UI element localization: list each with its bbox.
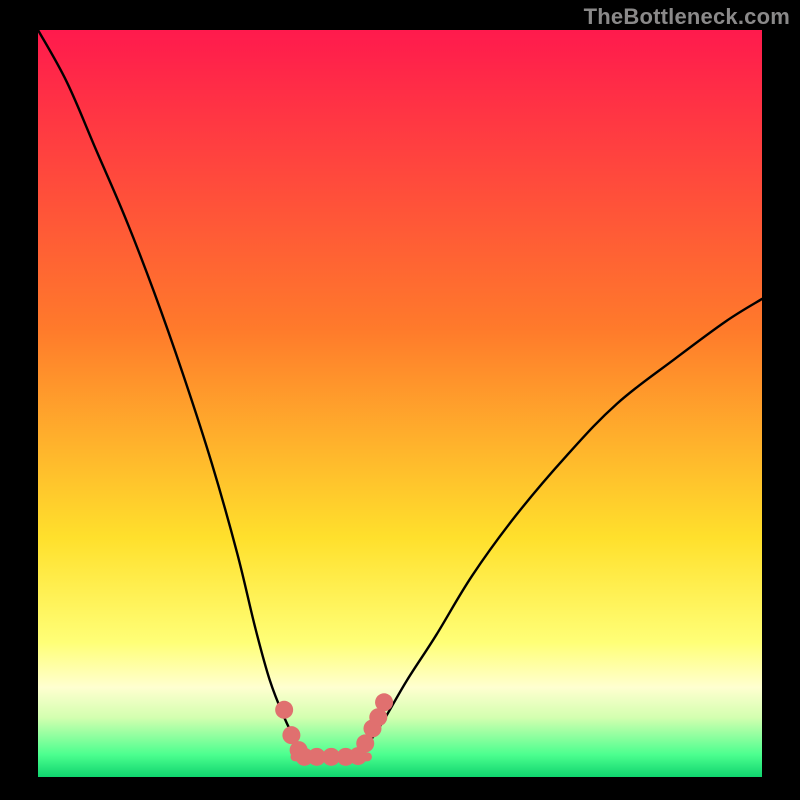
bottleneck-chart xyxy=(0,0,800,800)
plot-background xyxy=(38,30,762,777)
chart-container: TheBottleneck.com xyxy=(0,0,800,800)
watermark-text: TheBottleneck.com xyxy=(584,4,790,30)
data-marker xyxy=(275,701,293,719)
data-marker xyxy=(375,693,393,711)
